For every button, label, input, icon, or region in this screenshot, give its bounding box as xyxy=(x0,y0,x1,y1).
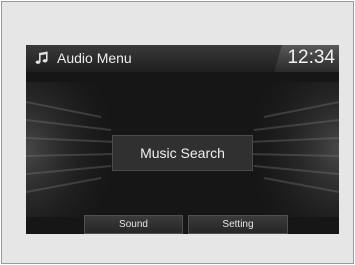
bottom-button-bar: Sound Setting xyxy=(84,215,288,234)
setting-button[interactable]: Setting xyxy=(188,215,288,234)
music-note-icon xyxy=(35,51,49,65)
audio-screen: Audio Menu 12:34 Music Search Sound Sett… xyxy=(26,45,339,234)
page: Audio Menu 12:34 Music Search Sound Sett… xyxy=(0,0,355,265)
illustration-frame: Audio Menu 12:34 Music Search Sound Sett… xyxy=(1,1,354,264)
title-bar: Audio Menu 12:34 xyxy=(26,45,339,72)
sound-button[interactable]: Sound xyxy=(84,215,183,234)
music-search-button[interactable]: Music Search xyxy=(112,135,253,171)
clock: 12:34 xyxy=(287,47,335,68)
menu-title: Audio Menu xyxy=(57,50,132,66)
